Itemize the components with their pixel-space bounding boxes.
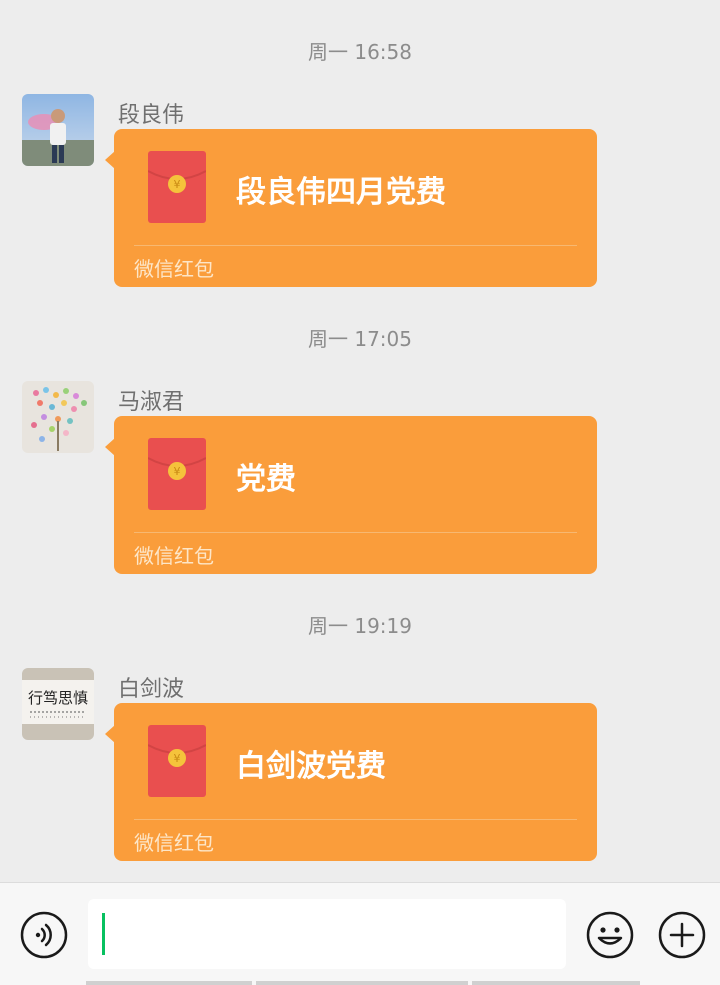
red-packet-title: 段良伟四月党费: [236, 175, 446, 210]
red-packet-icon: ¥: [148, 725, 206, 797]
avatar[interactable]: [22, 94, 94, 166]
keyboard-strip: [86, 981, 252, 985]
sender-name: 马淑君: [118, 390, 185, 415]
message-input[interactable]: [88, 899, 566, 969]
avatar[interactable]: 行笃思慎: [22, 668, 94, 740]
avatar-calligraphy: 行笃思慎: [28, 689, 88, 707]
text-caret: [102, 913, 105, 955]
red-packet-footer: 微信红包: [134, 257, 214, 281]
red-packet-message[interactable]: ¥ 段良伟四月党费 微信红包: [105, 129, 597, 287]
divider: [134, 245, 577, 246]
plus-icon[interactable]: [658, 911, 706, 959]
red-packet-icon: ¥: [148, 438, 206, 510]
red-packet-message[interactable]: ¥ 白剑波党费 微信红包: [105, 703, 597, 861]
svg-text:¥: ¥: [174, 178, 181, 191]
red-packet-title: 白剑波党费: [236, 749, 386, 784]
chat-input-bar: [0, 882, 720, 985]
message-timestamp: 周一 16:58: [308, 40, 412, 64]
emoji-icon[interactable]: [586, 911, 634, 959]
red-packet-footer: 微信红包: [134, 544, 214, 568]
svg-text:¥: ¥: [174, 752, 181, 765]
message-timestamp: 周一 19:19: [308, 614, 412, 638]
red-packet-message[interactable]: ¥ 党费 微信红包: [105, 416, 597, 574]
svg-text:¥: ¥: [174, 465, 181, 478]
sender-name: 段良伟: [118, 103, 185, 128]
red-packet-footer: 微信红包: [134, 831, 214, 855]
avatar[interactable]: [22, 381, 94, 453]
red-packet-title: 党费: [236, 462, 296, 497]
voice-icon[interactable]: [20, 911, 68, 959]
keyboard-strip: [256, 981, 468, 985]
sender-name: 白剑波: [118, 677, 185, 702]
red-packet-icon: ¥: [148, 151, 206, 223]
message-timestamp: 周一 17:05: [308, 327, 412, 351]
keyboard-strip: [472, 981, 640, 985]
divider: [134, 819, 577, 820]
divider: [134, 532, 577, 533]
chat-message-list[interactable]: 周一 16:58 段良伟 ¥ 段良伟四月党费 微信红包 周一 17:05 马淑君…: [0, 0, 720, 882]
